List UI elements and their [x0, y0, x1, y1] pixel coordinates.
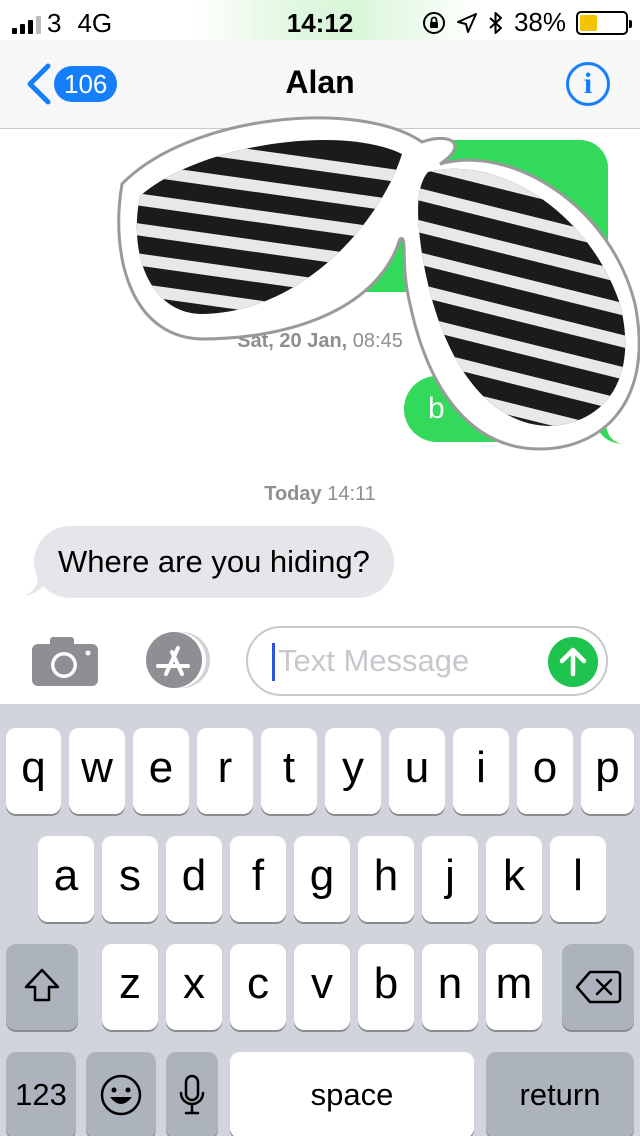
info-button[interactable]: i: [566, 62, 610, 106]
shift-key[interactable]: [6, 944, 78, 1030]
key-a[interactable]: a: [38, 836, 94, 922]
key-k[interactable]: k: [486, 836, 542, 922]
shutter-shades-sticker[interactable]: [110, 104, 640, 464]
key-b[interactable]: b: [358, 944, 414, 1030]
key-d[interactable]: d: [166, 836, 222, 922]
bluetooth-icon: [489, 11, 502, 34]
key-t[interactable]: t: [261, 728, 317, 814]
key-n[interactable]: n: [422, 944, 478, 1030]
text-caret: [272, 643, 275, 681]
space-key[interactable]: space: [230, 1052, 474, 1136]
battery-fill: [580, 14, 597, 31]
key-f[interactable]: f: [230, 836, 286, 922]
status-right: 38%: [422, 7, 632, 38]
key-e[interactable]: e: [133, 728, 189, 814]
key-w[interactable]: w: [69, 728, 125, 814]
timestamp-time: 14:11: [327, 483, 376, 505]
app-store-icon[interactable]: [140, 630, 212, 690]
message-placeholder: Text Message: [278, 643, 470, 678]
key-c[interactable]: c: [230, 944, 286, 1030]
dictation-key[interactable]: [166, 1052, 218, 1136]
key-y[interactable]: y: [325, 728, 381, 814]
key-h[interactable]: h: [358, 836, 414, 922]
key-s[interactable]: s: [102, 836, 158, 922]
key-z[interactable]: z: [102, 944, 158, 1030]
microphone-icon: [179, 1074, 205, 1115]
delete-key[interactable]: [562, 944, 634, 1030]
camera-icon[interactable]: [30, 634, 100, 688]
key-j[interactable]: j: [422, 836, 478, 922]
timestamp: Today 14:11: [0, 483, 640, 506]
key-q[interactable]: q: [6, 728, 61, 814]
shift-icon: [24, 968, 60, 1002]
key-x[interactable]: x: [166, 944, 222, 1030]
key-m[interactable]: m: [486, 944, 542, 1030]
received-message-text: Where are you hiding?: [58, 544, 370, 579]
backspace-icon: [575, 970, 622, 1004]
battery-icon: [576, 10, 632, 35]
status-bar: 3 4G 14:12 38%: [0, 0, 640, 40]
keyboard: q w e r t y u i o p a s d f g h j k l z …: [0, 704, 640, 1136]
key-u[interactable]: u: [389, 728, 445, 814]
conversation-title[interactable]: Alan: [0, 64, 640, 101]
emoji-key[interactable]: [86, 1052, 156, 1136]
emoji-icon: [100, 1074, 142, 1116]
numbers-key[interactable]: 123: [6, 1052, 76, 1136]
received-message-bubble[interactable]: Where are you hiding?: [34, 526, 394, 598]
key-p[interactable]: p: [581, 728, 634, 814]
battery-percent: 38%: [513, 7, 566, 37]
key-i[interactable]: i: [453, 728, 509, 814]
key-g[interactable]: g: [294, 836, 350, 922]
return-key[interactable]: return: [486, 1052, 634, 1136]
message-input[interactable]: Text Message: [246, 626, 608, 696]
key-o[interactable]: o: [517, 728, 573, 814]
location-arrow-icon: [456, 12, 477, 33]
orientation-lock-icon: [422, 11, 445, 34]
key-l[interactable]: l: [550, 836, 606, 922]
key-r[interactable]: r: [197, 728, 253, 814]
timestamp-day: Today: [264, 483, 322, 505]
send-arrow-icon[interactable]: [548, 637, 598, 687]
key-v[interactable]: v: [294, 944, 350, 1030]
